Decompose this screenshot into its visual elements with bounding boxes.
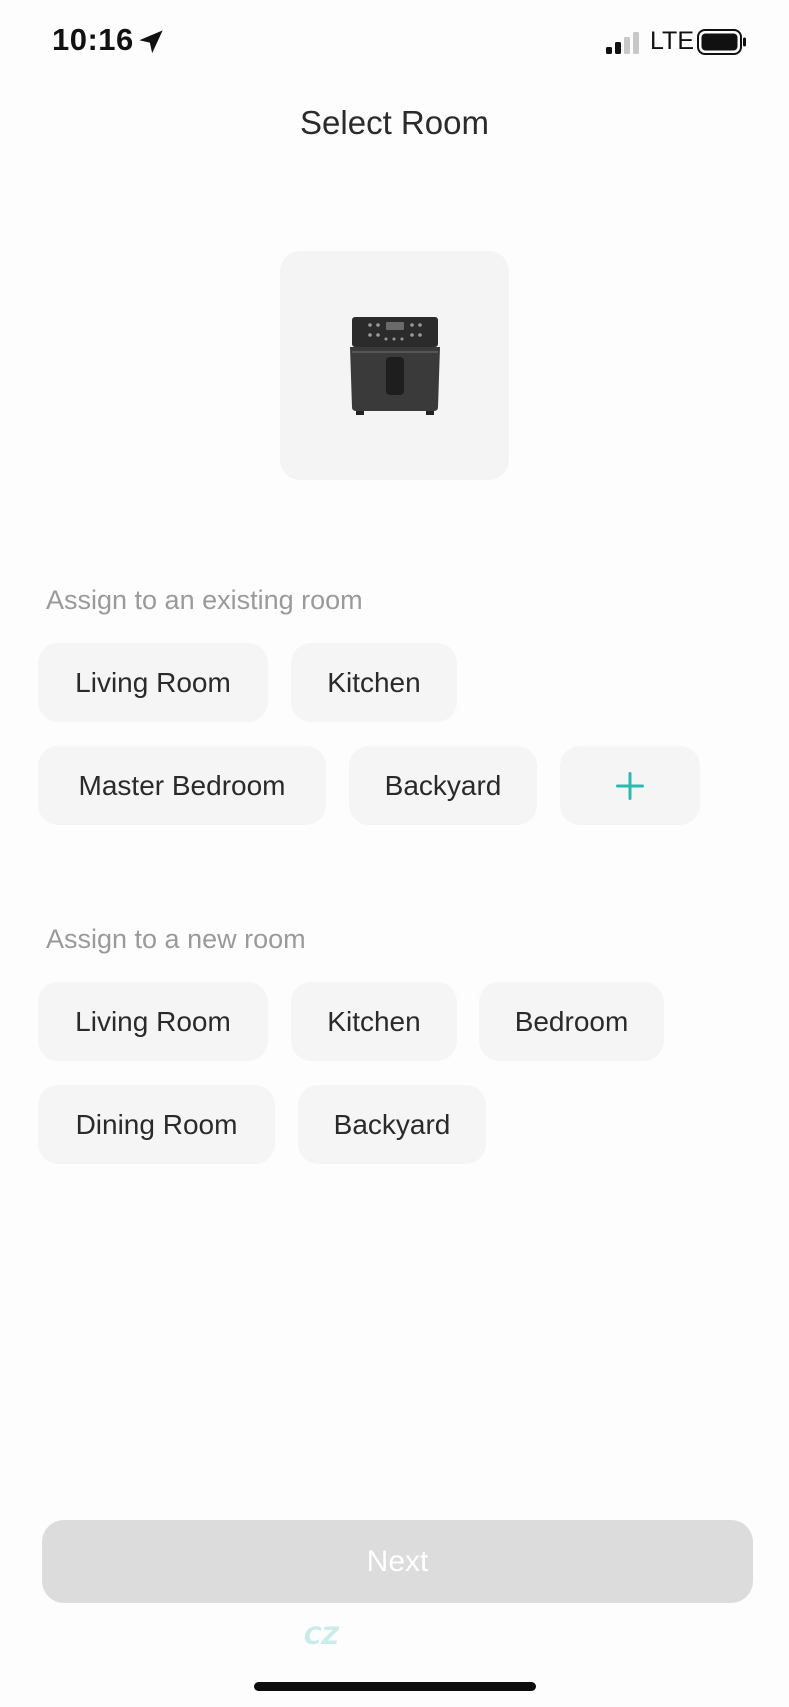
existing-room-chip-backyard[interactable]: Backyard	[349, 746, 537, 825]
plus-icon	[616, 771, 644, 800]
svg-text:CZ: CZ	[304, 1622, 340, 1650]
signal-icon	[606, 32, 639, 54]
existing-room-chip-living-room[interactable]: Living Room	[38, 643, 268, 722]
device-tile	[280, 251, 509, 480]
new-room-chip-living-room[interactable]: Living Room	[38, 982, 268, 1061]
location-arrow-icon	[139, 30, 163, 54]
home-indicator	[254, 1682, 536, 1691]
next-button[interactable]: Next	[42, 1520, 753, 1603]
new-room-chip-bedroom[interactable]: Bedroom	[479, 982, 664, 1061]
status-bar: 10:16 LTE	[0, 0, 789, 90]
new-room-chip-dining-room[interactable]: Dining Room	[38, 1085, 275, 1164]
page-title: Select Room	[300, 104, 489, 141]
air-fryer-image	[350, 317, 440, 415]
watermark-logo: CZ	[304, 1622, 340, 1650]
existing-room-chip-master-bedroom[interactable]: Master Bedroom	[38, 746, 326, 825]
existing-room-chip-kitchen[interactable]: Kitchen	[291, 643, 457, 722]
carrier-label: LTE	[650, 27, 694, 55]
battery-icon	[697, 29, 746, 55]
new-room-label: Assign to a new room	[46, 924, 306, 954]
existing-room-label: Assign to an existing room	[46, 585, 363, 615]
new-room-chip-kitchen[interactable]: Kitchen	[291, 982, 457, 1061]
new-room-chip-backyard[interactable]: Backyard	[298, 1085, 486, 1164]
add-room-button[interactable]	[560, 746, 700, 825]
status-time: 10:16	[52, 22, 134, 57]
